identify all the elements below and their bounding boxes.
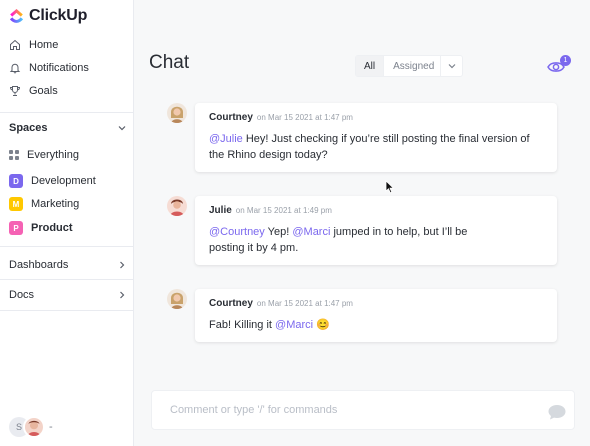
mention[interactable]: @Marci: [275, 319, 313, 331]
message-timestamp: on Mar 15 2021 at 1:47 pm: [256, 299, 353, 308]
watchers-count-badge: 1: [560, 55, 571, 66]
chat-message[interactable]: Julie on Mar 15 2021 at 1:49 pm @Courtne…: [195, 196, 557, 265]
mention[interactable]: @Courtney: [209, 226, 265, 238]
message-author[interactable]: Julie: [209, 205, 232, 216]
docs-label: Docs: [9, 289, 35, 301]
space-badge: M: [9, 197, 23, 211]
dashboards-label: Dashboards: [9, 259, 69, 271]
comment-composer: [151, 390, 575, 430]
message-timestamp: on Mar 15 2021 at 1:47 pm: [256, 113, 353, 122]
app-name: ClickUp: [29, 7, 88, 24]
space-label: Marketing: [31, 198, 80, 210]
nav-home-label: Home: [29, 39, 59, 51]
filter-all-tab[interactable]: All: [356, 56, 384, 76]
space-label: Development: [31, 175, 96, 187]
chat-filter[interactable]: All Assigned: [355, 55, 464, 77]
message-author[interactable]: Courtney: [209, 112, 253, 123]
mention[interactable]: @Julie: [209, 133, 243, 145]
filter-dropdown[interactable]: [440, 56, 462, 76]
spaces-label: Spaces: [9, 122, 48, 134]
sidebar: ClickUp Home Notifications Goals Spaces …: [0, 0, 134, 446]
smile-emoji: 😊: [316, 319, 330, 331]
page-title: Chat: [149, 52, 190, 73]
message-body: @Courtney Yep! @Marci jumped in to help,…: [209, 224, 479, 256]
sidebar-divider: [0, 310, 134, 311]
clickup-logo-icon: [9, 8, 24, 23]
bell-icon: [9, 62, 21, 74]
mouse-cursor-icon: [385, 180, 395, 194]
space-badge: P: [9, 221, 23, 235]
chat-bubble-icon[interactable]: [547, 403, 567, 421]
watchers-button[interactable]: 1: [546, 55, 572, 77]
chevron-right-icon[interactable]: [117, 260, 127, 270]
chat-message[interactable]: Courtney on Mar 15 2021 at 1:47 pm Fab! …: [195, 289, 557, 342]
docs-header[interactable]: Docs: [9, 286, 127, 304]
avatar: [167, 289, 187, 309]
user-menu[interactable]: S -: [9, 416, 53, 438]
nav-home[interactable]: Home: [9, 36, 58, 54]
comment-input[interactable]: [170, 404, 530, 416]
spaces-header[interactable]: Spaces: [9, 119, 127, 137]
nav-notifications[interactable]: Notifications: [9, 59, 89, 77]
space-label: Product: [31, 222, 73, 234]
clickup-logo[interactable]: ClickUp: [9, 6, 87, 26]
avatar: [167, 103, 187, 123]
nav-goals-label: Goals: [29, 85, 58, 97]
avatar: [167, 196, 187, 216]
filter-assigned-tab[interactable]: Assigned: [383, 56, 440, 76]
space-development[interactable]: D Development: [9, 172, 96, 190]
message-text: Yep!: [264, 226, 293, 238]
message-body: Fab! Killing it @Marci 😊: [209, 317, 543, 333]
space-everything[interactable]: Everything: [9, 146, 79, 164]
mention[interactable]: @Marci: [292, 226, 330, 238]
grid-icon: [9, 150, 19, 160]
nav-goals[interactable]: Goals: [9, 82, 58, 100]
nav-notifications-label: Notifications: [29, 62, 89, 74]
user-menu-caret: -: [49, 421, 53, 433]
trophy-icon: [9, 85, 21, 97]
space-marketing[interactable]: M Marketing: [9, 195, 79, 213]
dashboards-header[interactable]: Dashboards: [9, 256, 127, 274]
chevron-down-icon: [448, 64, 456, 69]
message-author[interactable]: Courtney: [209, 298, 253, 309]
user-avatar: [23, 416, 45, 438]
message-text: Hey! Just checking if you’re still posti…: [209, 133, 530, 161]
message-text: Fab! Killing it: [209, 319, 276, 331]
space-everything-label: Everything: [27, 149, 79, 161]
chat-message[interactable]: Courtney on Mar 15 2021 at 1:47 pm @Juli…: [195, 103, 557, 172]
sidebar-divider: [0, 112, 134, 113]
chevron-down-icon[interactable]: [117, 123, 127, 133]
chevron-right-icon[interactable]: [117, 290, 127, 300]
home-icon: [9, 39, 21, 51]
space-product[interactable]: P Product: [9, 219, 73, 237]
message-body: @Julie Hey! Just checking if you’re stil…: [209, 131, 543, 163]
message-timestamp: on Mar 15 2021 at 1:49 pm: [235, 206, 332, 215]
sidebar-divider: [0, 246, 134, 247]
space-badge: D: [9, 174, 23, 188]
chat-view: Chat All Assigned 1 Courtney on Mar 15 2…: [135, 0, 590, 446]
sidebar-divider: [0, 279, 134, 280]
